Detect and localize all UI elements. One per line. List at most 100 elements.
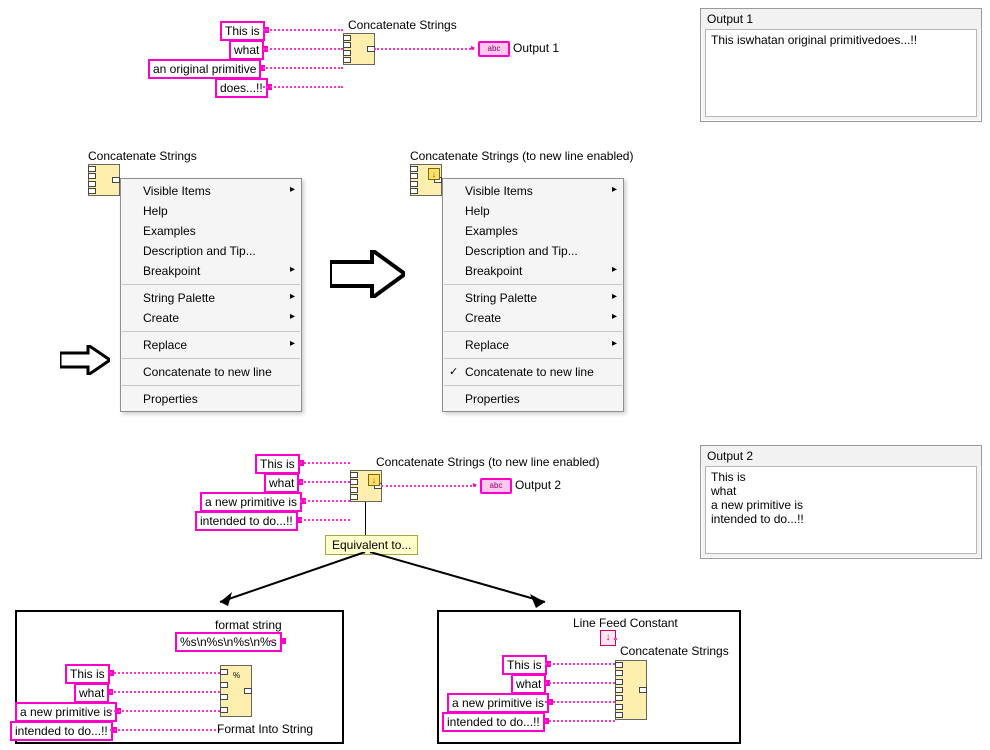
- menu-separator: [444, 385, 622, 386]
- node-label: Format Into String: [217, 722, 313, 736]
- wire: [263, 86, 343, 88]
- menu-item[interactable]: Help: [121, 201, 301, 221]
- menu-separator: [122, 358, 300, 359]
- menu-item[interactable]: Description and Tip...: [443, 241, 623, 261]
- output-body: This iswhatan original primitivedoes...!…: [705, 29, 977, 117]
- node-label: Concatenate Strings (to new line enabled…: [376, 455, 599, 469]
- menu-separator: [122, 331, 300, 332]
- output-1-display: Output 1 This iswhatan original primitiv…: [700, 8, 982, 122]
- newline-glyph-icon: ↓: [428, 168, 440, 180]
- format-string-label: format string: [215, 618, 282, 632]
- wire: [110, 672, 220, 674]
- string-constant[interactable]: does...!!: [215, 78, 268, 98]
- concatenate-strings-newline-node[interactable]: ↓: [350, 470, 382, 502]
- menu-item[interactable]: Visible Items: [443, 181, 623, 201]
- wire: [270, 640, 271, 642]
- lf-label: Line Feed Constant: [573, 616, 678, 630]
- wire: [110, 710, 220, 712]
- menu-item[interactable]: Properties: [443, 389, 623, 409]
- wire: [545, 701, 615, 703]
- string-constant[interactable]: a new primitive is: [447, 693, 549, 713]
- output-body: This is what a new primitive is intended…: [705, 466, 977, 554]
- menu-item[interactable]: String Palette: [443, 288, 623, 308]
- wire: [545, 663, 615, 665]
- node-label: Concatenate Strings (to new line enabled…: [410, 149, 633, 163]
- wire: [110, 691, 220, 693]
- menu-item[interactable]: Breakpoint: [443, 261, 623, 281]
- string-constant[interactable]: %s\n%s\n%s\n%s: [175, 632, 282, 652]
- arrow-right-icon: [60, 345, 110, 375]
- newline-glyph-icon: ↓: [368, 474, 380, 486]
- indicator-label: Output 1: [513, 41, 559, 55]
- menu-item[interactable]: Examples: [121, 221, 301, 241]
- string-constant[interactable]: what: [229, 40, 264, 60]
- menu-separator: [444, 331, 622, 332]
- concatenate-strings-node[interactable]: [88, 164, 120, 196]
- concatenate-strings-node[interactable]: [615, 660, 647, 720]
- node-label: Concatenate Strings: [348, 18, 457, 32]
- menu-item[interactable]: Properties: [121, 389, 301, 409]
- string-constant[interactable]: intended to do...!!: [442, 712, 545, 732]
- menu-item[interactable]: Breakpoint: [121, 261, 301, 281]
- menu-item[interactable]: Concatenate to new line: [121, 362, 301, 382]
- string-indicator[interactable]: abc: [478, 41, 510, 57]
- output-title: Output 1: [701, 9, 981, 29]
- arrow-icon: [210, 552, 370, 612]
- string-constant[interactable]: what: [511, 674, 546, 694]
- menu-separator: [444, 284, 622, 285]
- wire: [300, 481, 350, 483]
- string-constant[interactable]: intended to do...!!: [195, 511, 298, 531]
- menu-item[interactable]: Examples: [443, 221, 623, 241]
- menu-item[interactable]: Description and Tip...: [121, 241, 301, 261]
- context-menu[interactable]: Visible ItemsHelpExamplesDescription and…: [120, 178, 302, 412]
- menu-separator: [444, 358, 622, 359]
- arrow-icon: [370, 552, 560, 612]
- concatenate-strings-node[interactable]: [343, 33, 375, 65]
- menu-separator: [122, 385, 300, 386]
- menu-item[interactable]: String Palette: [121, 288, 301, 308]
- string-constant[interactable]: what: [74, 683, 109, 703]
- wire: [381, 485, 476, 487]
- string-constant[interactable]: This is: [65, 664, 110, 684]
- wire: [263, 67, 343, 69]
- wire: [545, 682, 615, 684]
- wire: [110, 729, 220, 731]
- output-title: Output 2: [701, 446, 981, 466]
- output-2-display: Output 2 This is what a new primitive is…: [700, 445, 982, 559]
- arrow-right-icon: [330, 250, 405, 298]
- node-label: Concatenate Strings: [620, 644, 729, 658]
- menu-item[interactable]: Replace: [443, 335, 623, 355]
- string-constant[interactable]: a new primitive is: [15, 702, 117, 722]
- menu-item[interactable]: Concatenate to new line: [443, 362, 623, 382]
- string-constant[interactable]: This is: [502, 655, 547, 675]
- percent-icon: %: [233, 672, 247, 712]
- wire: [374, 48, 474, 50]
- wire: [300, 519, 350, 521]
- menu-item[interactable]: Create: [121, 308, 301, 328]
- wire: [545, 720, 615, 722]
- menu-item[interactable]: Create: [443, 308, 623, 328]
- comment-text: Equivalent to...: [332, 538, 411, 552]
- wire: [300, 500, 350, 502]
- string-constant[interactable]: intended to do...!!: [10, 721, 113, 741]
- context-menu[interactable]: Visible ItemsHelpExamplesDescription and…: [442, 178, 624, 412]
- string-constant[interactable]: a new primitive is: [200, 492, 302, 512]
- concatenate-strings-newline-node[interactable]: ↓: [410, 164, 442, 196]
- link-line: [365, 502, 366, 535]
- wire: [300, 462, 350, 464]
- menu-item[interactable]: Visible Items: [121, 181, 301, 201]
- string-constant[interactable]: an original primitive: [148, 59, 261, 79]
- indicator-label: Output 2: [515, 478, 561, 492]
- string-constant[interactable]: This is: [220, 21, 265, 41]
- menu-item[interactable]: Help: [443, 201, 623, 221]
- menu-item[interactable]: Replace: [121, 335, 301, 355]
- string-constant[interactable]: what: [264, 473, 299, 493]
- node-label: Concatenate Strings: [88, 149, 197, 163]
- string-indicator[interactable]: abc: [480, 478, 512, 494]
- wire: [614, 638, 615, 640]
- menu-separator: [122, 284, 300, 285]
- format-into-string-node[interactable]: %: [220, 665, 252, 717]
- string-constant[interactable]: This is: [255, 454, 300, 474]
- wire: [263, 29, 343, 31]
- wire: [263, 48, 343, 50]
